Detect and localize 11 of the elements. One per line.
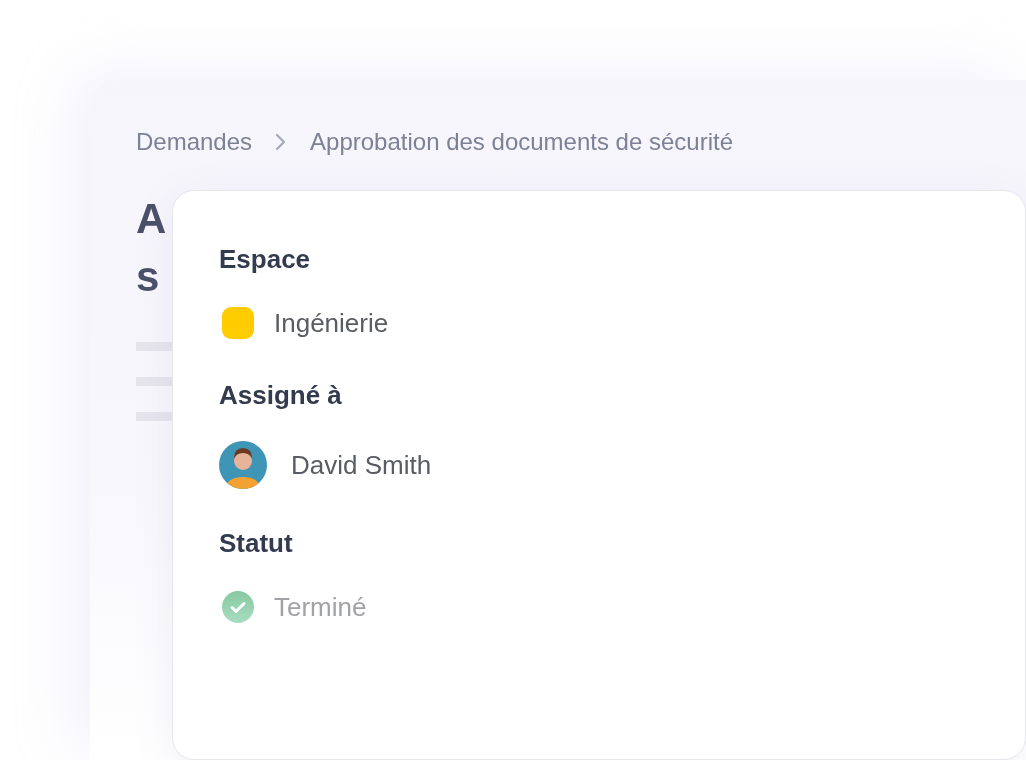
page-title: A (136, 194, 167, 244)
avatar-icon (219, 441, 267, 489)
space-name: Ingénierie (274, 307, 389, 340)
page-title: s (136, 252, 160, 302)
field-label: Espace (219, 243, 311, 276)
field-label: Statut (219, 527, 293, 560)
breadcrumb-link[interactable]: Approbation des documents de sécurité (310, 128, 733, 156)
breadcrumb-link[interactable]: Demandes (136, 128, 253, 156)
status-text: Terminé (274, 591, 367, 624)
assignee-name: David Smith (291, 449, 432, 482)
field-label: Assigné à (219, 379, 342, 412)
